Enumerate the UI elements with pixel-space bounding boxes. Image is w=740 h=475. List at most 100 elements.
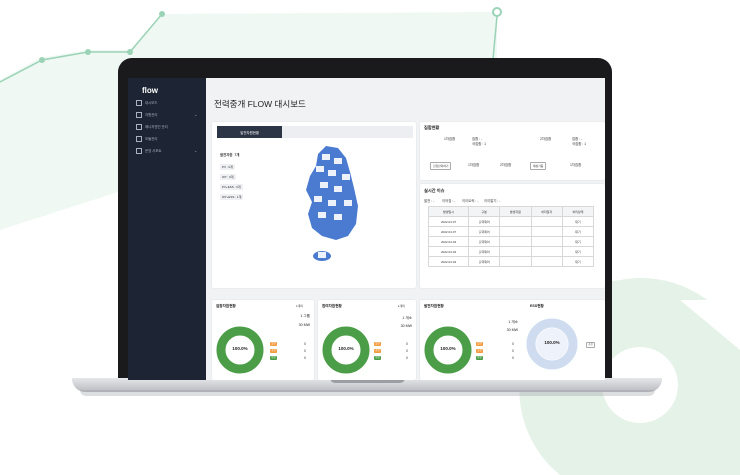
manage-aggregate-button[interactable]: 집합관리하기 [430, 162, 452, 170]
issues-table: 발생일시 구분 발생자원 처리일자 처리상태 2022.04.07 출력제어 대기 … [427, 206, 595, 267]
tag-charge: 충전 [374, 349, 381, 353]
laptop-shadow [80, 390, 655, 396]
table-row[interactable]: 2022.04.07 출력제어 대기 [427, 226, 595, 237]
decorative-dot [39, 57, 45, 63]
tag-discharge: 방전 [476, 356, 483, 360]
tab-3[interactable] [348, 126, 413, 138]
issues-filter-4[interactable]: 이이알기 : - [484, 198, 500, 203]
value-1: 0 [512, 342, 514, 346]
mid-label-1: 1차집합 [468, 163, 480, 167]
settings-icon [136, 135, 142, 142]
card-title: 집합자원현황 [216, 304, 236, 308]
issues-filter-3[interactable]: 이이트릭 : - [462, 198, 478, 203]
aggregate-status-card: 집합현황 1차집합 집합 : - 국집합 : 1 2차집합 집합 : - 국집합… [420, 122, 605, 180]
chevron-down-icon: ⌄ [194, 112, 198, 117]
card-line1: 1 개소 [508, 320, 518, 324]
card-line2: 30 MW [506, 328, 518, 332]
col-resource: 발생자원 [499, 206, 532, 217]
app-logo[interactable]: flow [142, 86, 158, 95]
ess-donut-percent: 100.0% [544, 340, 560, 345]
value-3: 0 [512, 356, 514, 360]
tag-discharge: 방전 [374, 356, 381, 360]
engine-icon [136, 123, 142, 130]
mid-label-2: 2차집합 [500, 163, 512, 167]
tag-gen: 발전 [374, 342, 381, 346]
decorative-dot [159, 11, 165, 17]
legend-pv: PV : 0개 [220, 164, 235, 170]
legend-wt: WT : 0개 [220, 174, 236, 180]
sidebar: flow 대시보드 자원관리 ⌄ 에너지엔진 관리 모듈관리 운영 서포트 ⌄ [128, 78, 206, 380]
resource-count-label: 발전자원 7개 [220, 153, 240, 157]
sidebar-item-resources[interactable]: 자원관리 ⌄ [136, 110, 197, 119]
mid-label-3: 1차집합 [570, 163, 582, 167]
forecast-button[interactable]: 예상가동 [530, 162, 547, 170]
card-title: 발전자원현황 [424, 304, 444, 308]
generation-ess-card: 발전자원현황 1 개소 30 MW 100.0% 발전 충전 방전 0 0 0 … [420, 300, 605, 380]
card-sub: 1개의 [398, 304, 405, 308]
status-title: 집합현황 [424, 125, 440, 130]
donut-percent: 100.0% [232, 346, 248, 351]
decorative-dot [127, 49, 133, 55]
table-row[interactable]: 2022.04.03 출력제어 대기 [427, 246, 595, 257]
value-2: 0 [406, 349, 408, 353]
dashboard-screen: flow 대시보드 자원관리 ⌄ 에너지엔진 관리 모듈관리 운영 서포트 ⌄ 전력… [128, 78, 605, 380]
col1-line-2: 국집합 : 1 [472, 142, 487, 146]
grid-icon [136, 99, 142, 106]
donut-percent: 100.0% [440, 346, 456, 351]
table-row[interactable]: 2022.04.07 출력제어 대기 [427, 216, 595, 227]
value-2: 0 [512, 349, 514, 353]
value-3: 0 [406, 356, 408, 360]
tab-bar: 발전자원현황 [217, 126, 413, 138]
card-line1: 1 그룹 [300, 314, 310, 318]
table-row[interactable]: 2022.04.03 출력제어 대기 [427, 256, 595, 267]
korea-map[interactable] [298, 144, 368, 264]
mail-icon [136, 147, 142, 154]
card-line1: 1 개소 [402, 316, 412, 320]
card-line2: 30 MW [298, 323, 310, 327]
col-handled-date: 처리일자 [530, 206, 563, 217]
legend-pv-ess: PV+ESS : 0개 [220, 184, 243, 190]
legend-wt-ess: WT+ESS : 1개 [220, 194, 244, 200]
list-icon [136, 111, 142, 118]
ess-title: ESS현황 [530, 304, 544, 308]
sidebar-item-dashboard[interactable]: 대시보드 [136, 98, 157, 107]
donut-percent: 100.0% [338, 346, 354, 351]
col-status: 처리상태 [561, 206, 595, 217]
sidebar-item-support[interactable]: 운영 서포트 ⌄ [136, 146, 197, 155]
chevron-down-icon: ⌄ [194, 148, 198, 153]
card-sub: 1개의 [296, 304, 303, 308]
tag-charge: 충전 [270, 349, 277, 353]
aggregate-resource-card: 집합자원현황 1개의 1 그룹 30 MW 100.0% 발전 충전 방전 0 … [212, 300, 314, 380]
participant-resource-card: 참여자원현황 1개의 1 개소 30 MW 100.0% 발전 충전 방전 0 … [318, 300, 416, 380]
issues-title: 실시간 이슈 [424, 188, 445, 193]
card-title: 참여자원현황 [322, 304, 342, 308]
col2-line-2: 국집합 : 1 [572, 142, 587, 146]
decorative-dot [492, 7, 502, 17]
value-1: 0 [406, 342, 408, 346]
value-3: 0 [304, 356, 306, 360]
sidebar-item-modules[interactable]: 모듈관리 [136, 134, 157, 143]
decorative-dot [85, 49, 91, 55]
tag-ess-charge: 충전 [586, 342, 595, 348]
table-row[interactable]: 2022.04.03 출력제어 대기 [427, 236, 595, 247]
col-date: 발생일시 [427, 206, 470, 217]
tag-gen: 발전 [270, 342, 277, 346]
card-line2: 30 MW [400, 324, 412, 328]
col1-heading: 1차집합 [444, 137, 456, 141]
value-2: 0 [304, 349, 306, 353]
value-1: 0 [304, 342, 306, 346]
tag-gen: 발전 [476, 342, 483, 346]
col-type: 구분 [468, 206, 501, 217]
page-title: 전력중개 FLOW 대시보드 [214, 99, 306, 109]
issues-filter-1[interactable]: 발전 : - [424, 198, 434, 203]
tab-2[interactable] [282, 126, 347, 138]
realtime-issues-card: 실시간 이슈 발전 : - 이어짐 : - 이이트릭 : - 이이알기 : - … [420, 184, 605, 288]
sidebar-item-engine[interactable]: 에너지엔진 관리 [136, 122, 168, 131]
tab-resources[interactable]: 발전자원현황 [217, 126, 283, 138]
resource-map-card: 발전자원현황 발전자원 7개 PV : 0개 WT : 0개 PV+ESS : … [212, 122, 416, 288]
issues-filter-2[interactable]: 이어짐 : - [442, 198, 455, 203]
tag-discharge: 방전 [270, 356, 277, 360]
col2-heading: 2차집합 [540, 137, 552, 141]
table-header-row: 발생일시 구분 발생자원 처리일자 처리상태 [427, 206, 595, 217]
tag-charge: 충전 [476, 349, 483, 353]
